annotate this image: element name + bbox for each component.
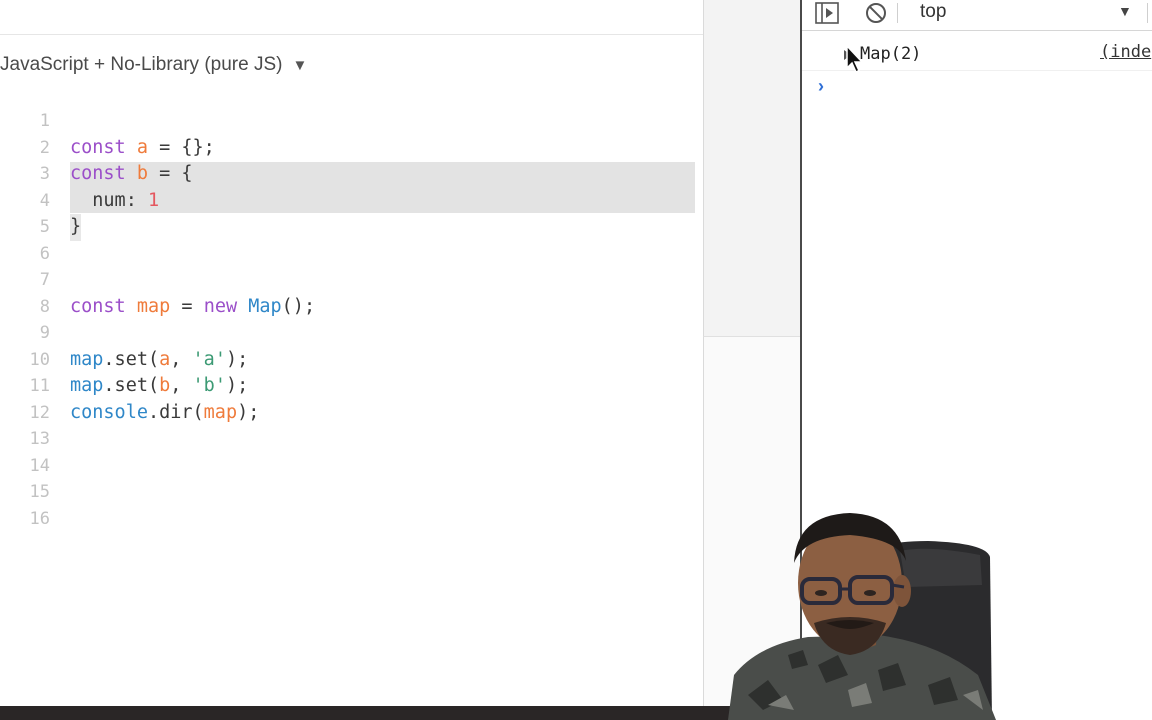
language-selector[interactable]: JavaScript + No-Library (pure JS) ▼ <box>0 52 307 78</box>
toolbar-divider <box>1147 3 1148 23</box>
play-panel-icon[interactable] <box>814 1 840 25</box>
log-source-link[interactable]: (inde <box>1100 42 1151 62</box>
line-number: 7 <box>39 270 50 290</box>
code-text: const map = new Map(); <box>70 295 316 317</box>
code-line[interactable]: 11 map.set(b, 'b'); <box>0 373 703 400</box>
line-number: 4 <box>39 190 50 211</box>
chevron-down-icon: ▼ <box>292 56 308 74</box>
line-number: 5 <box>39 217 50 237</box>
line-number: 8 <box>39 296 50 317</box>
code-text: map.set(b, 'b'); <box>70 375 249 396</box>
line-number: 10 <box>29 349 50 370</box>
code-line-selected[interactable]: 3 const b = { <box>0 161 703 188</box>
code-line[interactable]: 14 <box>0 453 703 480</box>
line-number: 13 <box>29 429 50 449</box>
code-line[interactable]: 8 const map = new Map(); <box>0 294 703 321</box>
code-line[interactable]: 10 map.set(a, 'a'); <box>0 347 703 374</box>
code-line[interactable]: 12 console.dir(map); <box>0 400 703 427</box>
console-toolbar: top ▼ <box>802 0 1152 31</box>
line-number: 2 <box>39 137 50 158</box>
result-panel <box>703 0 801 337</box>
code-line[interactable]: 1 <box>0 108 703 135</box>
line-number: 15 <box>29 482 50 502</box>
code-text: num: 1 <box>70 189 160 211</box>
line-number: 1 <box>39 111 50 131</box>
log-entry[interactable]: Map(2) <box>860 44 921 64</box>
code-line[interactable]: 6 <box>0 241 703 268</box>
code-line[interactable]: 15 <box>0 479 703 506</box>
dropdown-caret-icon[interactable]: ▼ <box>1118 0 1132 22</box>
code-text: console.dir(map); <box>70 401 260 423</box>
code-line-selected[interactable]: 4 num: 1 <box>0 187 703 215</box>
line-number: 12 <box>29 402 50 423</box>
context-selector[interactable]: top <box>920 0 946 24</box>
bottom-bar <box>0 706 800 720</box>
language-label: JavaScript + No-Library (pure JS) <box>0 54 283 75</box>
code-line[interactable]: 16 <box>0 506 703 533</box>
mouse-cursor-icon <box>846 44 864 74</box>
code-line[interactable]: 13 <box>0 426 703 453</box>
line-number: 16 <box>29 508 50 529</box>
code-editor-pane: JavaScript + No-Library (pure JS) ▼ 1 2 … <box>0 0 703 720</box>
code-line[interactable]: 9 <box>0 320 703 347</box>
code-text: const a = {}; <box>70 136 215 158</box>
code-line[interactable]: 2 const a = {}; <box>0 135 703 162</box>
code-line[interactable]: 7 <box>0 267 703 294</box>
line-number: 3 <box>39 164 50 184</box>
code-text: } <box>70 214 82 241</box>
line-number: 6 <box>39 243 50 264</box>
editor-top-bar <box>0 0 703 35</box>
webcam-overlay <box>728 513 996 720</box>
line-number: 11 <box>29 376 50 396</box>
clear-console-icon[interactable] <box>863 1 889 25</box>
toolbar-divider <box>897 3 898 23</box>
code-text: map.set(a, 'a'); <box>70 348 249 370</box>
line-number: 9 <box>39 323 50 343</box>
console-prompt[interactable]: › <box>818 76 824 97</box>
code-line[interactable]: 5 } <box>0 214 703 241</box>
code-text: const b = { <box>70 163 193 184</box>
code-area[interactable]: 1 2 const a = {}; 3 const b = { 4 num: 1… <box>0 108 703 532</box>
line-number: 14 <box>29 455 50 476</box>
